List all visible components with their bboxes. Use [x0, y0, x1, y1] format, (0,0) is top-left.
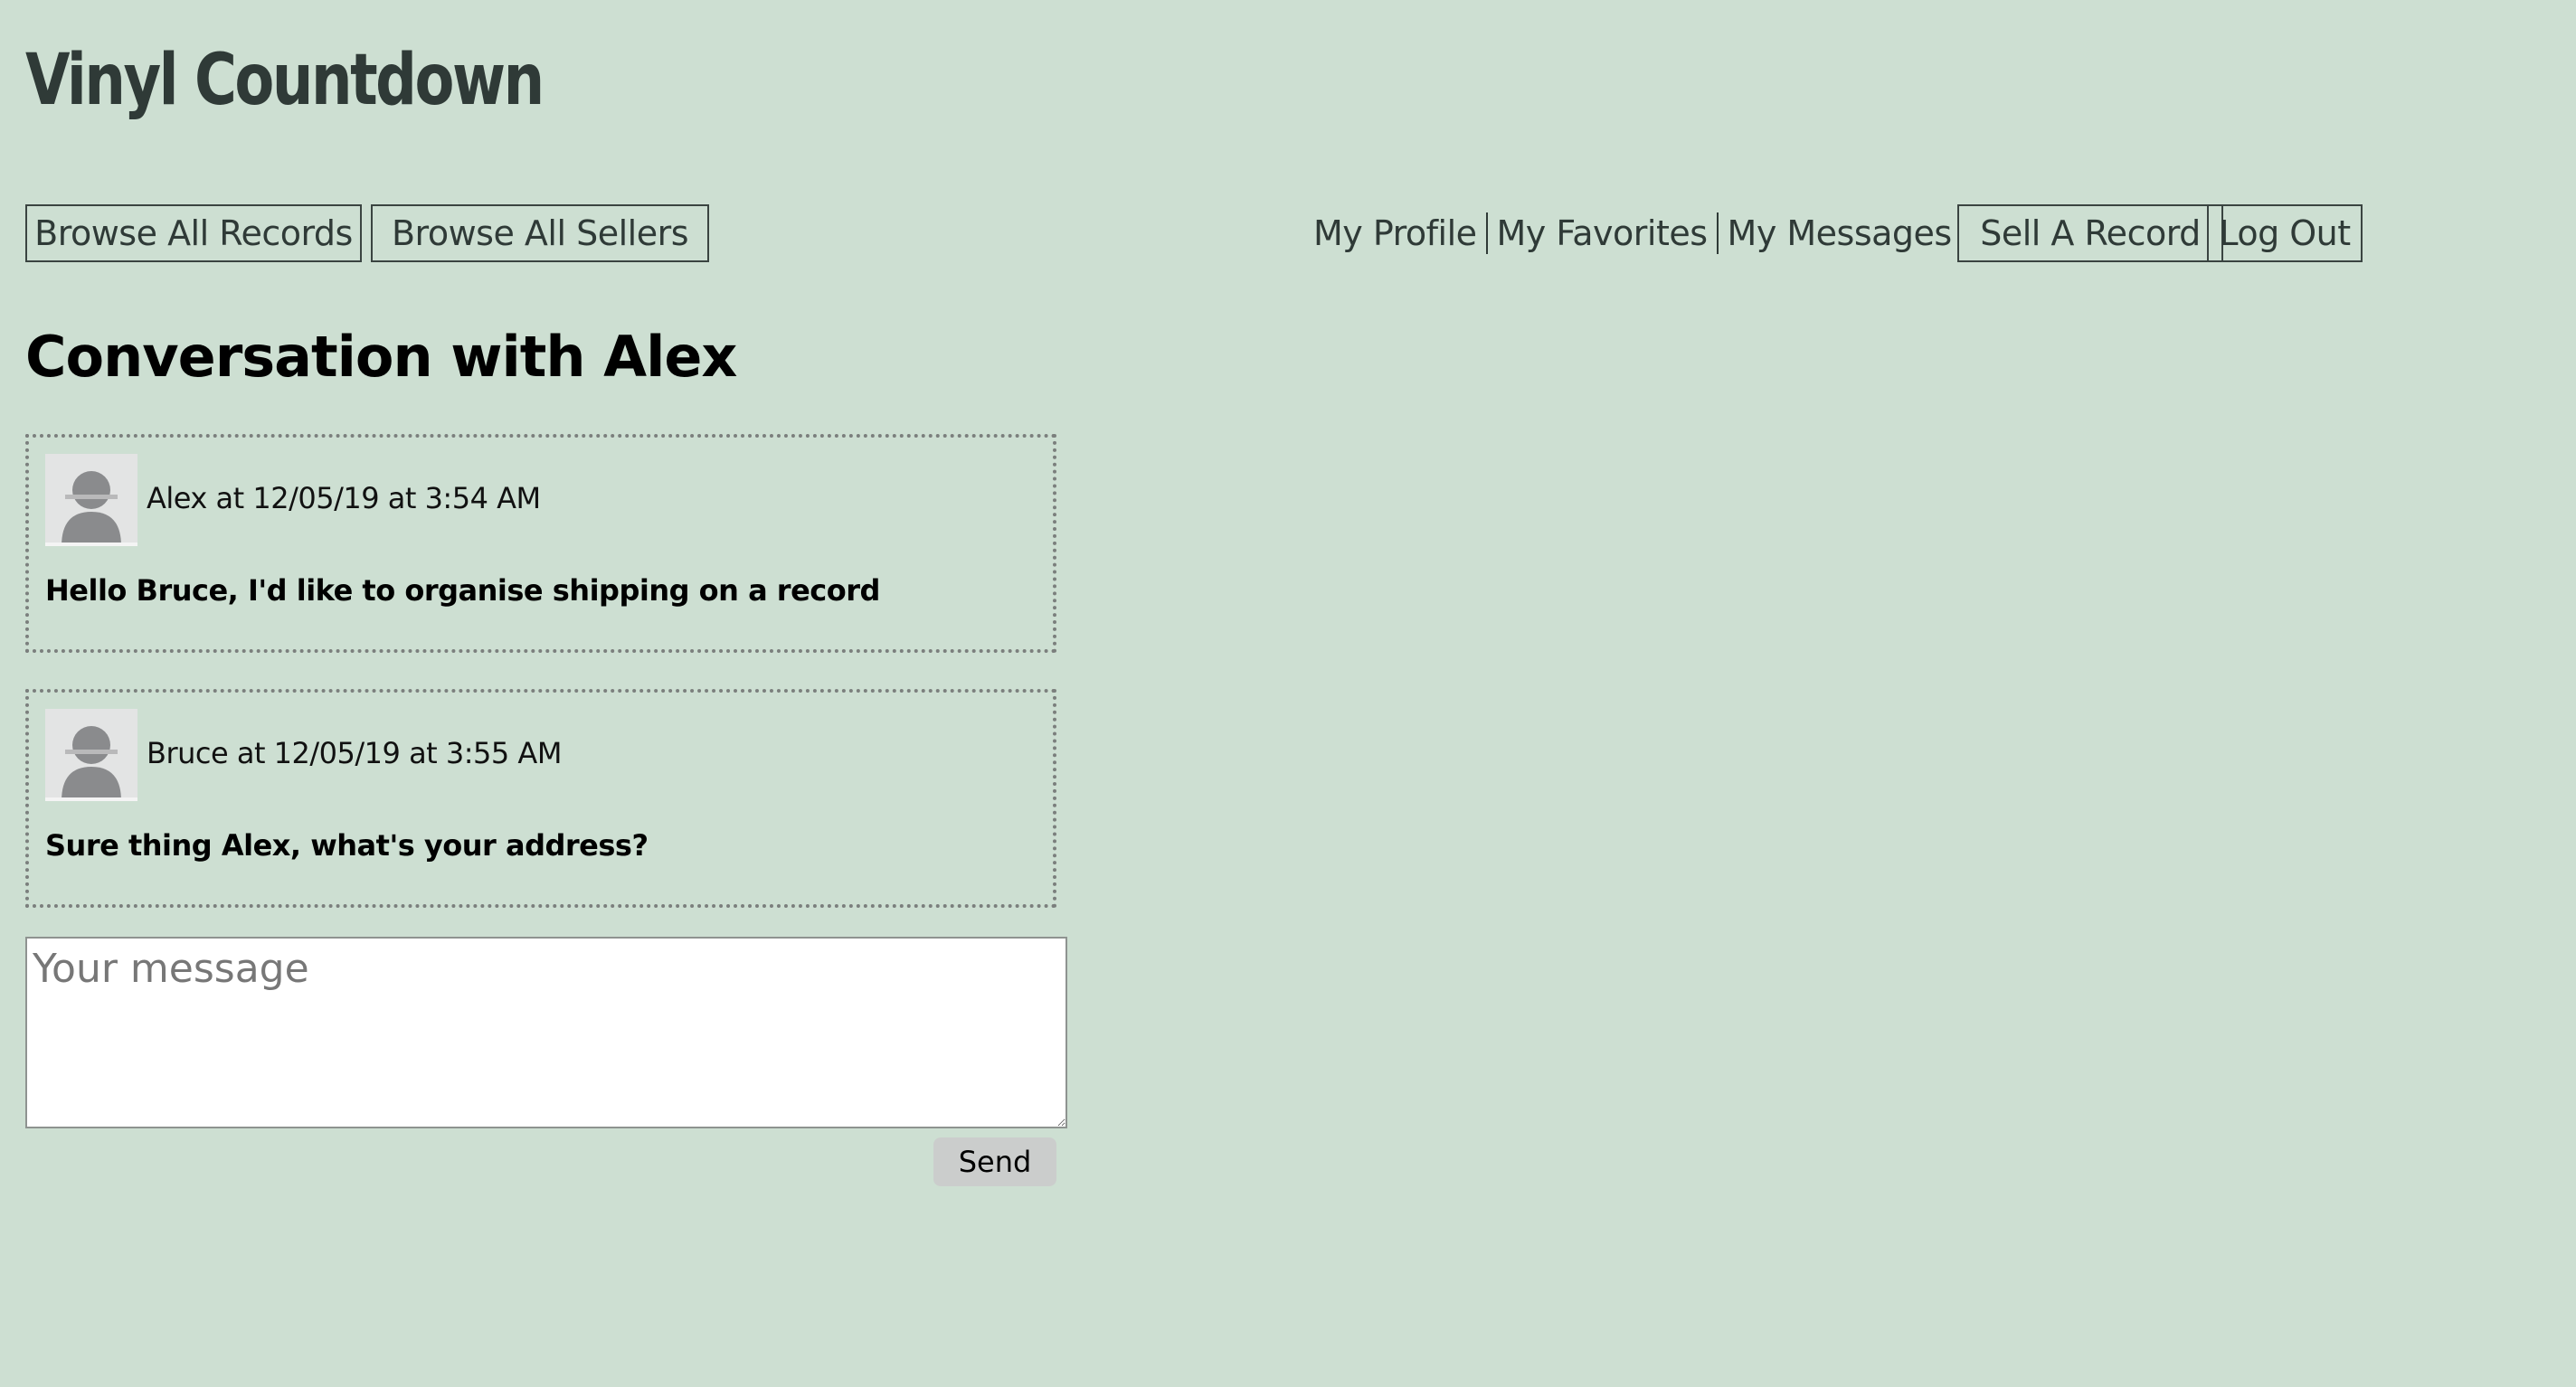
avatar	[45, 454, 137, 546]
message-text: Sure thing Alex, what's your address?	[45, 828, 649, 863]
user-links: My Profile My Favorites My Messages	[1313, 204, 1961, 262]
message-card: Bruce at 12/05/19 at 3:55 AM Sure thing …	[25, 689, 1056, 908]
site-title: Vinyl Countdown	[25, 40, 545, 121]
browse-all-sellers-link[interactable]: Browse All Sellers	[371, 204, 709, 262]
page-title: Conversation with Alex	[25, 324, 737, 390]
user-silhouette-icon	[45, 454, 137, 546]
my-profile-link[interactable]: My Profile	[1313, 213, 1486, 253]
avatar	[45, 709, 137, 801]
my-favorites-link[interactable]: My Favorites	[1488, 213, 1717, 253]
log-out-link[interactable]: Log Out	[2207, 204, 2363, 262]
sell-a-record-link[interactable]: Sell A Record	[1957, 204, 2223, 262]
message-input[interactable]	[25, 937, 1067, 1128]
user-silhouette-icon	[45, 709, 137, 801]
send-button[interactable]: Send	[933, 1137, 1056, 1186]
message-text: Hello Bruce, I'd like to organise shippi…	[45, 573, 880, 608]
main-nav: Browse All Records Browse All Sellers My…	[25, 204, 2551, 266]
message-card: Alex at 12/05/19 at 3:54 AM Hello Bruce,…	[25, 434, 1056, 653]
my-messages-link[interactable]: My Messages	[1719, 213, 1961, 253]
message-meta: Bruce at 12/05/19 at 3:55 AM	[147, 736, 562, 770]
message-meta: Alex at 12/05/19 at 3:54 AM	[147, 481, 541, 515]
browse-all-records-link[interactable]: Browse All Records	[25, 204, 362, 262]
